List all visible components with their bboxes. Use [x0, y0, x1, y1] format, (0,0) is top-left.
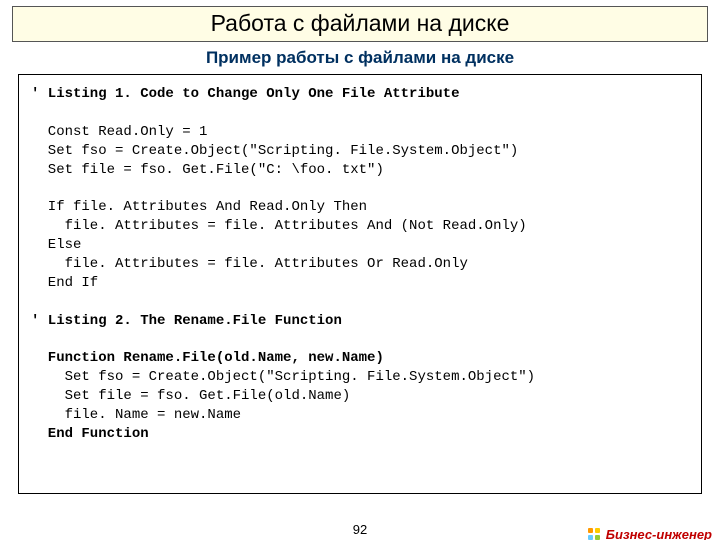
brand-label: Бизнес-инженер	[588, 527, 712, 540]
title-text: Работа с файлами на диске	[211, 10, 510, 36]
listing1-line: End If	[31, 275, 98, 291]
listing1-line: file. Attributes = file. Attributes And …	[31, 218, 527, 234]
subtitle-text: Пример работы с файлами на диске	[206, 48, 514, 67]
listing2-line: Set fso = Create.Object("Scripting. File…	[31, 369, 535, 385]
listing2-header: ' Listing 2. The Rename.File Function	[31, 313, 342, 329]
listing1-line: Else	[31, 237, 81, 253]
brand-icon	[588, 528, 602, 540]
footer: 92 Бизнес-инженер	[0, 522, 720, 540]
listing1-line: Set file = fso. Get.File("C: \foo. txt")	[31, 162, 384, 178]
listing1-line: Const Read.Only = 1	[31, 124, 207, 140]
page-number-text: 92	[353, 522, 367, 537]
listing2-line: Set file = fso. Get.File(old.Name)	[31, 388, 350, 404]
page-title: Работа с файлами на диске	[12, 6, 708, 42]
code-listing-box: ' Listing 1. Code to Change Only One Fil…	[18, 74, 702, 494]
listing1-line: file. Attributes = file. Attributes Or R…	[31, 256, 468, 272]
listing2-line: file. Name = new.Name	[31, 407, 241, 423]
listing2-line-bold: Function Rename.File(old.Name, new.Name)	[31, 350, 384, 366]
subtitle: Пример работы с файлами на диске	[0, 48, 720, 68]
slide-page: Работа с файлами на диске Пример работы …	[0, 6, 720, 540]
listing1-line: Set fso = Create.Object("Scripting. File…	[31, 143, 518, 159]
listing2-line-bold: End Function	[31, 426, 149, 442]
brand-text: Бизнес-инженер	[606, 527, 712, 540]
listing1-header: ' Listing 1. Code to Change Only One Fil…	[31, 86, 459, 102]
listing1-line: If file. Attributes And Read.Only Then	[31, 199, 367, 215]
